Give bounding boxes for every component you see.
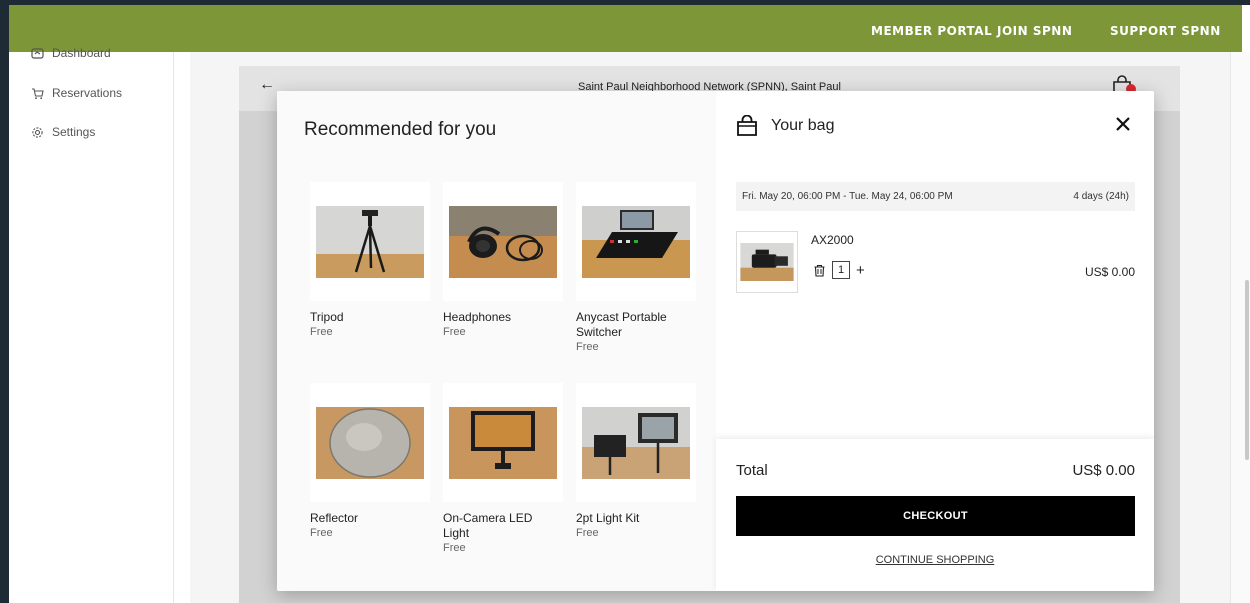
sidebar-item-reservations[interactable]: Reservations bbox=[31, 86, 122, 100]
continue-shopping-link[interactable]: CONTINUE SHOPPING bbox=[716, 554, 1154, 566]
product-price: Free bbox=[310, 527, 333, 539]
item-thumbnail bbox=[736, 231, 798, 293]
shopping-bag-icon bbox=[737, 115, 757, 136]
product-name: Reflector bbox=[310, 511, 359, 525]
product-card[interactable]: On-Camera LED Light Free bbox=[443, 383, 563, 554]
product-image bbox=[576, 182, 696, 301]
product-card[interactable]: 2pt Light Kit Free bbox=[576, 383, 696, 539]
quantity-value[interactable]: 1 bbox=[832, 261, 850, 279]
bag-modal: Recommended for you Tripod Free Headphon… bbox=[277, 91, 1154, 591]
item-name: AX2000 bbox=[811, 233, 854, 247]
product-price: Free bbox=[576, 527, 599, 539]
increment-button[interactable]: + bbox=[856, 263, 865, 278]
sidebar-item-dashboard[interactable]: Dashboard bbox=[31, 46, 111, 60]
trash-icon[interactable] bbox=[813, 264, 826, 277]
camera-image bbox=[740, 243, 794, 281]
bag-panel: Your bag Fri. May 20, 06:00 PM - Tue. Ma… bbox=[716, 91, 1154, 591]
product-card[interactable]: Reflector Free bbox=[310, 383, 430, 539]
product-image bbox=[576, 383, 696, 502]
nav-support-spnn[interactable]: SUPPORT SPNN bbox=[1110, 24, 1221, 38]
nav-join-spnn[interactable]: JOIN SPNN bbox=[997, 24, 1072, 38]
product-name: 2pt Light Kit bbox=[576, 511, 640, 525]
top-nav: MEMBER PORTAL JOIN SPNN SUPPORT SPNN bbox=[9, 5, 1242, 52]
bag-title: Your bag bbox=[771, 117, 835, 134]
product-name: Anycast Portable Switcher bbox=[576, 310, 667, 339]
product-card[interactable]: Anycast Portable Switcher Free bbox=[576, 182, 696, 353]
duration: 4 days (24h) bbox=[1073, 191, 1129, 202]
sidebar-item-settings[interactable]: Settings bbox=[31, 125, 95, 139]
reservation-dates: Fri. May 20, 06:00 PM - Tue. May 24, 06:… bbox=[736, 182, 1135, 211]
bag-footer: Total US$ 0.00 CHECKOUT CONTINUE SHOPPIN… bbox=[716, 439, 1154, 591]
light-kit-image bbox=[582, 406, 690, 479]
close-icon[interactable] bbox=[1114, 115, 1132, 133]
headphones-image bbox=[449, 205, 557, 278]
tripod-image bbox=[316, 205, 424, 278]
scrollbar-thumb[interactable] bbox=[1245, 280, 1249, 460]
total-label: Total bbox=[736, 462, 768, 479]
product-image bbox=[443, 383, 563, 502]
recommendations-title: Recommended for you bbox=[304, 119, 497, 140]
gear-icon bbox=[32, 126, 43, 138]
dashboard-icon bbox=[31, 47, 44, 59]
nav-member-portal[interactable]: MEMBER PORTAL bbox=[871, 24, 992, 38]
sidebar: Dashboard Reservations Settings bbox=[9, 46, 174, 603]
sidebar-item-label: Settings bbox=[52, 125, 96, 139]
sidebar-item-label: Dashboard bbox=[52, 46, 111, 60]
scrollbar[interactable] bbox=[1230, 52, 1250, 603]
product-image bbox=[310, 182, 430, 301]
total-value: US$ 0.00 bbox=[1072, 462, 1135, 479]
product-price: Free bbox=[576, 341, 599, 353]
led-light-image bbox=[449, 406, 557, 479]
recommendations-panel: Recommended for you Tripod Free Headphon… bbox=[277, 91, 716, 591]
window-frame-left bbox=[0, 0, 9, 603]
product-card[interactable]: Headphones Free bbox=[443, 182, 563, 338]
product-price: Free bbox=[310, 326, 333, 338]
item-price: US$ 0.00 bbox=[1084, 265, 1135, 279]
cart-icon bbox=[32, 87, 44, 99]
bag-line-item: AX2000 1 + US$ 0.00 bbox=[736, 231, 1135, 293]
product-name: On-Camera LED Light bbox=[443, 511, 533, 540]
product-name: Tripod bbox=[310, 310, 344, 324]
product-name: Headphones bbox=[443, 310, 512, 324]
bag-header: Your bag bbox=[736, 115, 834, 137]
product-card[interactable]: Tripod Free bbox=[310, 182, 430, 338]
quantity-stepper: 1 + bbox=[813, 261, 865, 279]
product-image bbox=[443, 182, 563, 301]
product-image bbox=[310, 383, 430, 502]
sidebar-item-label: Reservations bbox=[52, 86, 123, 100]
date-range: Fri. May 20, 06:00 PM - Tue. May 24, 06:… bbox=[742, 191, 953, 202]
product-price: Free bbox=[443, 326, 466, 338]
product-price: Free bbox=[443, 542, 466, 554]
reflector-image bbox=[316, 406, 424, 479]
switcher-image bbox=[582, 205, 690, 278]
checkout-button[interactable]: CHECKOUT bbox=[736, 496, 1135, 536]
